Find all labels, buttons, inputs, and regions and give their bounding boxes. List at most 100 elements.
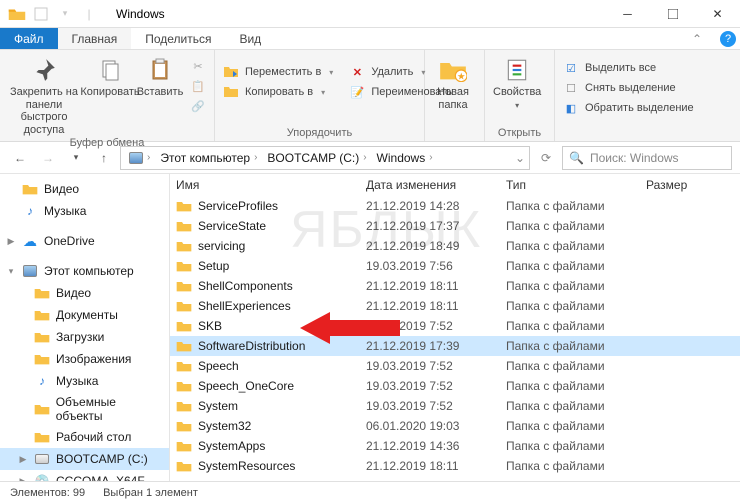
share-tab[interactable]: Поделиться — [131, 28, 225, 49]
help-button[interactable]: ? — [716, 28, 740, 49]
qat-properties-button[interactable] — [30, 3, 52, 25]
collapse-ribbon-button[interactable]: ⌃ — [678, 28, 716, 49]
search-box[interactable]: 🔍 Поиск: Windows — [562, 146, 732, 170]
sidebar-item[interactable]: ▾Этот компьютер — [0, 260, 169, 282]
breadcrumb-bar[interactable]: › Этот компьютер› BOOTCAMP (C:)› Windows… — [120, 146, 530, 170]
sidebar-item[interactable]: ▶☁OneDrive — [0, 230, 169, 252]
folder-icon — [176, 338, 192, 354]
sidebar-item[interactable]: ▶💿CCCOMA_X64F… — [0, 470, 169, 481]
back-button[interactable]: ← — [8, 146, 32, 170]
file-row[interactable]: ServiceState21.12.2019 17:37Папка с файл… — [170, 216, 740, 236]
rename-icon: 📝 — [349, 84, 365, 100]
navigation-pane[interactable]: Видео♪Музыка▶☁OneDrive▾Этот компьютерВид… — [0, 174, 170, 481]
disc-icon: 💿 — [34, 473, 50, 481]
column-size[interactable]: Размер — [646, 178, 734, 192]
file-menu[interactable]: Файл — [0, 28, 58, 49]
sidebar-item[interactable]: Документы — [0, 304, 169, 326]
folder-icon — [176, 418, 192, 434]
file-row[interactable]: System19.03.2019 7:52Папка с файлами — [170, 396, 740, 416]
invert-icon: ◧ — [563, 100, 579, 116]
paste-button[interactable]: Вставить — [136, 52, 184, 99]
sidebar-item[interactable]: ♪Музыка — [0, 370, 169, 392]
file-row[interactable]: SysWOW6406.01.2020 19:05Папка с файлами — [170, 476, 740, 481]
column-date[interactable]: Дата изменения — [366, 178, 506, 192]
maximize-button[interactable] — [650, 0, 695, 28]
path-icon: 📋 — [190, 78, 206, 94]
file-row[interactable]: System3206.01.2020 19:03Папка с файлами — [170, 416, 740, 436]
column-headers[interactable]: Имя Дата изменения Тип Размер — [170, 174, 740, 196]
clipboard-icon — [146, 56, 174, 84]
music-icon: ♪ — [34, 373, 50, 389]
file-row[interactable]: SoftwareDistribution21.12.2019 17:39Папк… — [170, 336, 740, 356]
folder-icon — [176, 378, 192, 394]
copy-to-icon — [223, 84, 239, 100]
up-button[interactable]: ↑ — [92, 146, 116, 170]
new-folder-button[interactable]: ★ Новая папка — [429, 52, 477, 111]
minimize-button[interactable]: ─ — [605, 0, 650, 28]
scissors-icon: ✂ — [190, 58, 206, 74]
file-row[interactable]: ServiceProfiles21.12.2019 14:28Папка с ф… — [170, 196, 740, 216]
cut-button[interactable]: ✂ — [186, 56, 210, 76]
ribbon: Закрепить на панели быстрого доступа Коп… — [0, 50, 740, 142]
copy-path-button[interactable]: 📋 — [186, 76, 210, 96]
invert-selection-button[interactable]: ◧Обратить выделение — [559, 98, 698, 118]
sidebar-item[interactable]: ♪Музыка — [0, 200, 169, 222]
copy-to-button[interactable]: Копировать в▾ — [219, 82, 337, 102]
sidebar-item[interactable]: Изображения — [0, 348, 169, 370]
properties-button[interactable]: Свойства ▾ — [489, 52, 545, 110]
folder-icon — [176, 218, 192, 234]
folder-app-icon — [6, 3, 28, 25]
file-row[interactable]: servicing21.12.2019 18:49Папка с файлами — [170, 236, 740, 256]
select-none-icon: ☐ — [563, 80, 579, 96]
qat-dropdown[interactable]: ▾ — [54, 3, 76, 25]
status-bar: Элементов: 99 Выбран 1 элемент — [0, 481, 740, 503]
sidebar-item[interactable]: Видео — [0, 282, 169, 304]
folder-icon — [176, 358, 192, 374]
folder-icon — [176, 298, 192, 314]
folder-icon — [176, 458, 192, 474]
folder-icon — [176, 238, 192, 254]
sidebar-item[interactable]: Загрузки — [0, 326, 169, 348]
move-to-button[interactable]: Переместить в▾ — [219, 62, 337, 82]
column-name[interactable]: Имя — [176, 178, 366, 192]
file-row[interactable]: ShellExperiences21.12.2019 18:11Папка с … — [170, 296, 740, 316]
properties-icon — [503, 56, 531, 84]
paste-shortcut-button[interactable]: 🔗 — [186, 96, 210, 116]
onedrive-icon: ☁ — [22, 233, 38, 249]
recent-locations-button[interactable]: ▾ — [64, 146, 88, 170]
select-none-button[interactable]: ☐Снять выделение — [559, 78, 698, 98]
copy-button[interactable]: Копировать — [86, 52, 134, 99]
search-icon: 🔍 — [569, 151, 584, 165]
sidebar-item[interactable]: Видео — [0, 178, 169, 200]
sidebar-item[interactable]: Рабочий стол — [0, 426, 169, 448]
file-row[interactable]: ShellComponents21.12.2019 18:11Папка с ф… — [170, 276, 740, 296]
folder-icon — [176, 398, 192, 414]
home-tab[interactable]: Главная — [58, 28, 132, 49]
breadcrumb-dropdown[interactable]: ⌄ — [515, 151, 525, 165]
select-all-button[interactable]: ☑Выделить все — [559, 58, 698, 78]
view-tab[interactable]: Вид — [225, 28, 275, 49]
pc-icon — [129, 152, 143, 164]
folder-icon — [176, 198, 192, 214]
shortcut-icon: 🔗 — [190, 98, 206, 114]
pin-to-quick-access-button[interactable]: Закрепить на панели быстрого доступа — [4, 52, 84, 137]
sidebar-item[interactable]: ▶BOOTCAMP (C:) — [0, 448, 169, 470]
folder-icon — [176, 278, 192, 294]
pin-icon — [30, 56, 58, 84]
file-row[interactable]: Speech_OneCore19.03.2019 7:52Папка с фай… — [170, 376, 740, 396]
refresh-button[interactable]: ⟳ — [534, 151, 558, 165]
group-label-open: Открыть — [489, 127, 550, 141]
close-button[interactable]: ✕ — [695, 0, 740, 28]
file-row[interactable]: SystemApps21.12.2019 14:36Папка с файлам… — [170, 436, 740, 456]
file-row[interactable]: Speech19.03.2019 7:52Папка с файлами — [170, 356, 740, 376]
file-row[interactable]: Setup19.03.2019 7:56Папка с файлами — [170, 256, 740, 276]
pc-icon — [22, 263, 38, 279]
file-rows[interactable]: ServiceProfiles21.12.2019 14:28Папка с ф… — [170, 196, 740, 481]
file-row[interactable]: SystemResources21.12.2019 18:11Папка с ф… — [170, 456, 740, 476]
file-row[interactable]: SKB19.03.2019 7:52Папка с файлами — [170, 316, 740, 336]
qat-separator: | — [78, 3, 100, 25]
copy-icon — [96, 56, 124, 84]
column-type[interactable]: Тип — [506, 178, 646, 192]
forward-button[interactable]: → — [36, 146, 60, 170]
sidebar-item[interactable]: Объемные объекты — [0, 392, 169, 426]
